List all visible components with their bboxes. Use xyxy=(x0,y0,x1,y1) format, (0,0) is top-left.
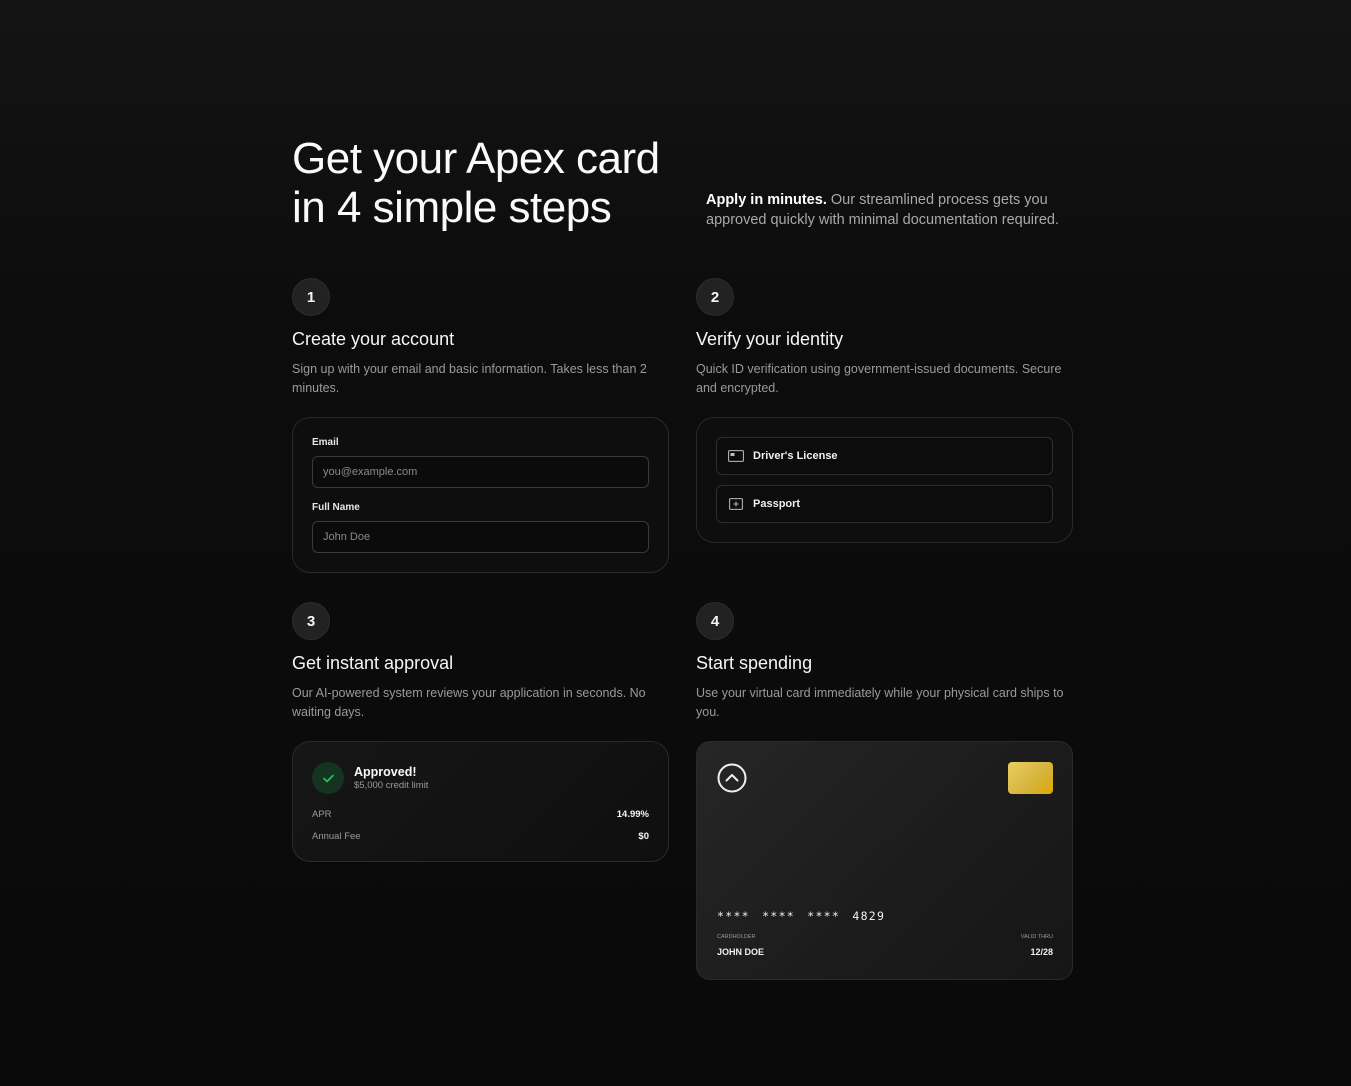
step-4: 4 Start spending Use your virtual card i… xyxy=(696,602,1073,980)
full-name-label: Full Name xyxy=(312,502,360,513)
cardholder-label: Cardholder xyxy=(717,934,756,940)
annual-fee-value: $0 xyxy=(638,831,649,842)
passport-option[interactable]: Passport xyxy=(716,485,1053,523)
apr-value: 14.99% xyxy=(616,809,649,820)
hero-lead-bold: Apply in minutes. xyxy=(706,192,827,208)
drivers-license-option[interactable]: Driver's License xyxy=(716,437,1053,475)
valid-thru-value: 12/28 xyxy=(1030,947,1053,957)
step-2: 2 Verify your identity Quick ID verifica… xyxy=(696,278,1073,543)
full-name-field[interactable] xyxy=(312,521,649,553)
drivers-license-label: Driver's License xyxy=(753,450,838,462)
approval-card: Approved! $5,000 credit limit APR 14.99%… xyxy=(292,741,669,862)
passport-label: Passport xyxy=(753,498,801,510)
step-1: 1 Create your account Sign up with your … xyxy=(292,278,669,573)
title-line-1: Get your Apex card xyxy=(292,134,660,183)
card-chip xyxy=(1008,762,1053,794)
hero: Get your Apex card in 4 simple steps App… xyxy=(292,132,1073,232)
check-icon xyxy=(312,762,344,794)
step-title: Create your account xyxy=(292,329,455,349)
step-description: Use your virtual card immediately while … xyxy=(696,686,1064,719)
apex-logo-icon xyxy=(717,763,747,793)
approval-status: Approved! xyxy=(354,765,417,779)
step-number: 3 xyxy=(292,602,330,640)
cardholder-name: JOHN DOE xyxy=(717,947,765,957)
signup-form: Email Full Name xyxy=(292,417,669,573)
step-3: 3 Get instant approval Our AI-powered sy… xyxy=(292,602,669,862)
annual-fee-row: Annual Fee $0 xyxy=(312,831,649,842)
id-card-icon xyxy=(728,450,744,462)
card-number: **** **** **** 4829 xyxy=(717,909,886,923)
page-title: Get your Apex card in 4 simple steps xyxy=(292,134,692,232)
step-description: Sign up with your email and basic inform… xyxy=(292,362,647,395)
approval-header: Approved! $5,000 credit limit xyxy=(312,762,649,794)
step-title: Start spending xyxy=(696,653,813,673)
valid-thru-label: Valid Thru xyxy=(1020,934,1053,940)
step-number: 4 xyxy=(696,602,734,640)
step-number: 2 xyxy=(696,278,734,316)
apr-row: APR 14.99% xyxy=(312,809,649,820)
step-description: Our AI-powered system reviews your appli… xyxy=(292,686,646,719)
step-description: Quick ID verification using government-i… xyxy=(696,362,1062,395)
main-content: Get your Apex card in 4 simple steps App… xyxy=(292,132,1073,980)
hero-lead: Apply in minutes. Our streamlined proces… xyxy=(706,190,1073,230)
email-field[interactable] xyxy=(312,456,649,488)
annual-fee-label: Annual Fee xyxy=(312,831,361,842)
step-title: Get instant approval xyxy=(292,653,454,673)
apr-label: APR xyxy=(312,809,332,820)
step-number: 1 xyxy=(292,278,330,316)
passport-icon xyxy=(729,498,743,510)
credit-limit: $5,000 credit limit xyxy=(354,780,429,791)
virtual-card: **** **** **** 4829 Cardholder JOHN DOE … xyxy=(696,741,1073,980)
title-line-2: in 4 simple steps xyxy=(292,183,612,232)
step-title: Verify your identity xyxy=(696,329,844,349)
email-label: Email xyxy=(312,437,339,448)
document-options: Driver's License Passport xyxy=(696,417,1073,543)
